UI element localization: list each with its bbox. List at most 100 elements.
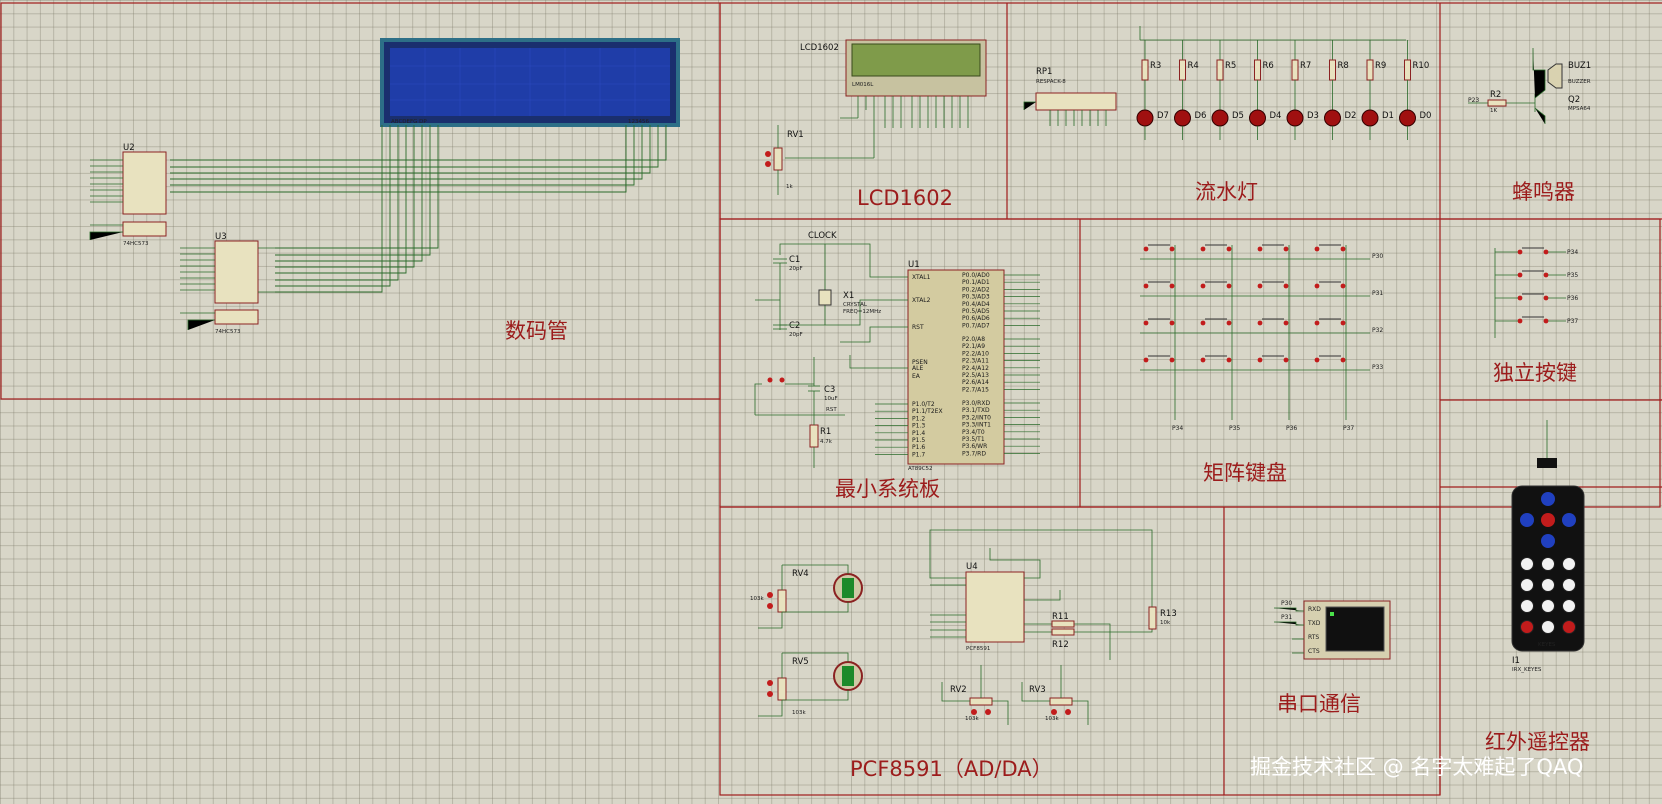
u1-right-pin: P0.1/AD1 — [962, 279, 990, 286]
r13-val: 10k — [1160, 620, 1171, 626]
led-resistor-label: R9 — [1375, 61, 1386, 71]
matrix-key-contact — [1226, 283, 1232, 289]
led-label: D4 — [1270, 111, 1282, 121]
led-resistor-label: R7 — [1300, 61, 1311, 71]
matrix-key-contact — [1257, 357, 1263, 363]
u1-right-pin: P3.3/INT1 — [962, 422, 991, 429]
matrix-key-contact — [1283, 357, 1289, 363]
title-juzhen: 矩阵键盘 — [1203, 461, 1287, 485]
matrix-key-contact — [1314, 246, 1320, 252]
adc-u4[interactable]: U4 PCF8591 R11 R12 R13 10k — [929, 529, 1177, 660]
indep-key-label: P34 — [1567, 249, 1578, 256]
u1-right-pin: P0.6/AD6 — [962, 315, 990, 322]
led-label: D5 — [1232, 111, 1244, 121]
indep-key-contact — [1543, 318, 1549, 324]
rts-label: RTS — [1308, 634, 1319, 641]
lcd-module[interactable]: LCD1602 LM016L — [785, 39, 987, 159]
ir-key — [1520, 620, 1534, 634]
u1-left-pin: ALE — [912, 365, 923, 372]
potentiometer-rv1[interactable]: RV1 1k — [765, 125, 804, 195]
u4-ref: U4 — [966, 562, 978, 572]
matrix-key-contact — [1143, 320, 1149, 326]
u1-p1-pin: P1.3 — [912, 423, 925, 430]
indep-key-label: P35 — [1567, 272, 1578, 279]
title-shumaguan: 数码管 — [505, 319, 568, 343]
r12-ref: R12 — [1052, 640, 1069, 650]
matrix-key-contact — [1257, 283, 1263, 289]
u1-left-pin: XTAL2 — [912, 297, 931, 304]
matrix-keyboard[interactable]: P30 P31 P32 P33 P34 P35 P36 P37 — [1140, 244, 1383, 432]
matrix-key-contact — [1340, 283, 1346, 289]
matrix-row-label: P33 — [1372, 364, 1383, 371]
matrix-row-label: P32 — [1372, 327, 1383, 334]
led-label: D1 — [1382, 111, 1394, 121]
pots-rv2-rv3[interactable]: RV2 RV3 103k 103k — [941, 665, 1089, 725]
matrix-key-contact — [1283, 283, 1289, 289]
ir-key — [1520, 557, 1534, 571]
matrix-key-contact — [1340, 320, 1346, 326]
c1-ref: C1 — [789, 255, 800, 265]
led-resistor-label: R6 — [1263, 61, 1274, 71]
u1-left-pin: XTAL1 — [912, 274, 931, 281]
clock-label: CLOCK — [808, 231, 837, 241]
ir-key — [1541, 620, 1555, 634]
u1-right-pin: P0.7/AD7 — [962, 322, 990, 329]
resistor-pack-rp1[interactable]: RP1 RESPACK-8 — [1023, 67, 1117, 126]
ir-key — [1541, 557, 1555, 571]
matrix-col-label: P34 — [1172, 425, 1183, 432]
c1-val: 20pF — [789, 266, 803, 272]
latch-u3[interactable]: U3 74HC573 — [180, 232, 275, 335]
led[interactable] — [1286, 109, 1304, 127]
ir-remote[interactable]: KEYES I1 IRX_KEYES — [1511, 420, 1585, 673]
u1-right-pin: P2.1/A9 — [962, 343, 985, 350]
led-resistor — [1179, 59, 1186, 81]
q2-type: MPSA64 — [1568, 106, 1591, 112]
matrix-row-label: P31 — [1372, 290, 1383, 297]
indep-key-label: P36 — [1567, 295, 1578, 302]
matrix-key-contact — [1200, 320, 1206, 326]
crystal-circuit[interactable]: CLOCK C1 20pF C2 20pF X1 CRYSTAL FREQ=12… — [755, 231, 908, 369]
u1-right-pin: P2.0/A8 — [962, 336, 985, 343]
led-resistor — [1141, 59, 1149, 81]
x1-ref: X1 — [843, 291, 854, 301]
indep-key-contact — [1543, 295, 1549, 301]
r2-ref: R2 — [1490, 90, 1501, 100]
matrix-key-contact — [1169, 357, 1175, 363]
seven-segment-display[interactable]: ABCDEFG DP 123456 — [380, 38, 680, 127]
led[interactable] — [1174, 109, 1191, 127]
led[interactable] — [1399, 109, 1416, 127]
buzzer-circuit[interactable]: BUZ1 BUZZER Q2 MPSA64 R2 1K P23 — [1468, 48, 1591, 124]
led[interactable] — [1361, 109, 1379, 127]
led[interactable] — [1211, 109, 1229, 127]
led-resistor — [1329, 59, 1336, 81]
ir-key — [1520, 599, 1534, 613]
rv4-val: 103k — [750, 596, 764, 602]
u1-right-pin: P3.5/T1 — [962, 436, 985, 443]
led[interactable] — [1136, 109, 1154, 127]
independent-keys[interactable]: P34 P35 P36 P37 — [1494, 247, 1578, 338]
ir-key — [1562, 599, 1576, 613]
c2-val: 20pF — [789, 332, 803, 338]
cts-label: CTS — [1308, 648, 1320, 655]
u1-p1-pin: P1.2 — [912, 415, 925, 422]
matrix-key-contact — [1314, 283, 1320, 289]
c2-ref: C2 — [789, 321, 800, 331]
u1-p1-pin: P1.0/T2 — [912, 401, 935, 408]
u1-right-pin: P2.3/A11 — [962, 358, 989, 365]
matrix-row-label: P30 — [1372, 253, 1383, 260]
matrix-key-contact — [1169, 320, 1175, 326]
title-duli: 独立按键 — [1493, 361, 1577, 385]
led[interactable] — [1324, 109, 1341, 127]
matrix-key-contact — [1340, 246, 1346, 252]
led[interactable] — [1249, 109, 1266, 127]
reset-circuit[interactable]: C3 10uF R1 4.7k RST — [754, 357, 845, 468]
matrix-key-contact — [1169, 283, 1175, 289]
latch-u2[interactable]: U2 74HC573 — [89, 143, 167, 247]
u1-left-pin: EA — [912, 373, 921, 380]
ldr-circuits[interactable]: RV4 RV5 103k 103k — [750, 564, 863, 717]
led-resistor — [1216, 59, 1224, 81]
u1-right-pin: P0.2/AD2 — [962, 286, 990, 293]
led-label: D7 — [1157, 111, 1169, 121]
serial-terminal[interactable]: RXD TXD RTS CTS P30 P31 — [1274, 600, 1391, 660]
u2-ref: U2 — [123, 143, 135, 153]
